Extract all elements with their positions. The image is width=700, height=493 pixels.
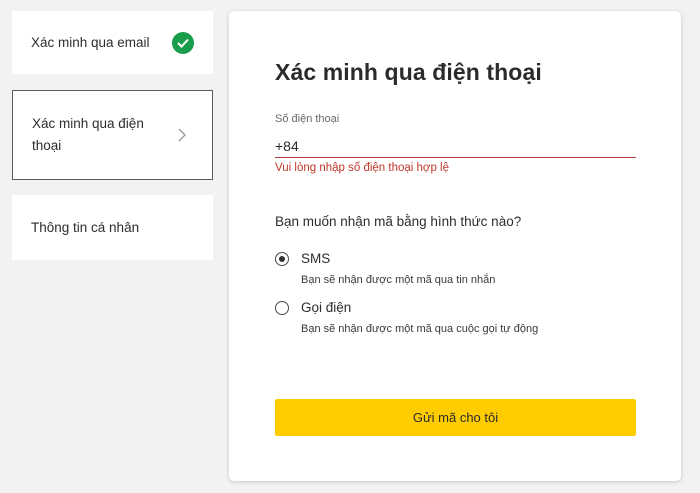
step-label: Thông tin cá nhân [31,220,140,235]
option-description: Bạn sẽ nhận được một mã qua cuộc gọi tự … [301,323,539,335]
method-question: Bạn muốn nhận mã bằng hình thức nào? [275,214,522,229]
option-label: SMS [301,251,331,266]
step-label: Xác minh qua email [31,35,150,50]
verification-panel: Xác minh qua điện thoại Số điện thoại Vu… [229,11,681,481]
check-circle-icon [172,31,194,54]
phone-input[interactable] [275,135,636,158]
option-label: Gọi điện [301,300,352,315]
page-title: Xác minh qua điện thoại [275,59,542,85]
step-phone-verification[interactable]: Xác minh qua điện thoại [12,90,213,180]
step-email-verification[interactable]: Xác minh qua email [12,11,213,74]
step-personal-info[interactable]: Thông tin cá nhân [12,195,213,260]
step-label: Xác minh qua điện thoại [32,116,144,153]
phone-field-label: Số điện thoại [275,113,340,125]
phone-error-message: Vui lòng nhập số điện thoại hợp lệ [275,162,449,174]
option-description: Bạn sẽ nhận được một mã qua tin nhắn [301,274,496,286]
chevron-right-icon [178,128,186,142]
radio-sms[interactable] [275,252,289,266]
radio-call[interactable] [275,301,289,315]
send-code-button[interactable]: Gửi mã cho tôi [275,399,636,436]
